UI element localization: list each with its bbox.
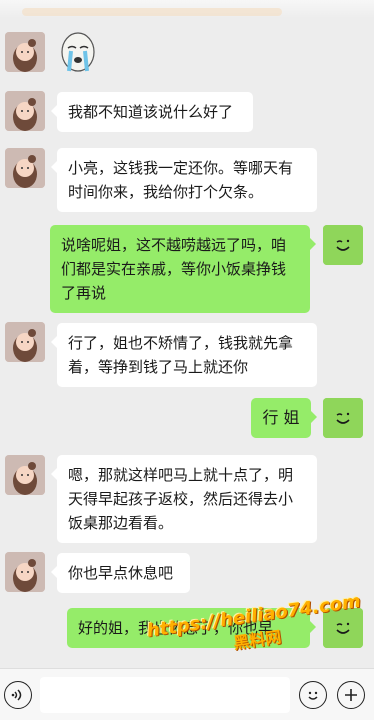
my-avatar[interactable]: [323, 398, 363, 438]
message-text: 你也早点休息吧: [68, 564, 174, 582]
smile-avatar-icon: [323, 608, 363, 648]
message-text: 着，等挣到钱了马上就还你: [68, 358, 249, 376]
message-bubble[interactable]: 说啥呢姐，这不越唠越远了吗，咱 们都是实在亲戚，等你小饭桌挣钱 了再说: [50, 225, 316, 313]
contact-avatar-image: [5, 552, 45, 592]
contact-avatar-image: [5, 91, 45, 131]
crying-emoji-icon: [61, 32, 95, 72]
message-text: 天得早起孩子返校，然后还得去小: [68, 490, 294, 508]
message-text: 们都是实在亲戚，等你小饭桌挣钱: [61, 260, 287, 278]
plus-sign-icon: [345, 689, 357, 701]
contact-avatar[interactable]: [5, 322, 45, 362]
contact-avatar-image: [5, 32, 45, 72]
smiley-face-icon: [308, 691, 318, 700]
contact-avatar-image: [5, 148, 45, 188]
contact-avatar[interactable]: [5, 91, 45, 131]
message-text: 小亮，这钱我一定还你。等哪天有: [68, 159, 294, 177]
message-bubble[interactable]: 你也早点休息吧: [51, 553, 190, 593]
smile-avatar-icon: [323, 398, 363, 438]
contact-avatar[interactable]: [5, 455, 45, 495]
message-text: 饭桌那边看看。: [68, 514, 174, 532]
message-input[interactable]: [40, 677, 290, 713]
contact-avatar[interactable]: [5, 552, 45, 592]
contact-avatar[interactable]: [5, 32, 45, 72]
top-decor-strip: [22, 8, 282, 16]
message-bubble[interactable]: 小亮，这钱我一定还你。等哪天有 时间你来，我给你打个欠条。: [51, 148, 317, 212]
message-bubble[interactable]: 好的姐，我也休息了，你也早: [67, 608, 316, 648]
input-bar: [0, 668, 374, 720]
message-text: 了再说: [61, 284, 107, 302]
my-avatar[interactable]: [323, 225, 363, 265]
plus-icon[interactable]: [337, 681, 365, 709]
message-bubble[interactable]: 我都不知道该说什么好了: [51, 92, 253, 132]
emoji-icon[interactable]: [299, 681, 327, 709]
chat-area[interactable]: 我都不知道该说什么好了 小亮，这钱我一定还你。等哪天有 时间你来，我给你打个欠条…: [0, 0, 374, 668]
message-text: 嗯，那就这样吧马上就十点了，明: [68, 466, 294, 484]
message-bubble[interactable]: 行 姐: [251, 398, 317, 438]
smile-avatar-icon: [323, 225, 363, 265]
message-bubble[interactable]: 行了，姐也不矫情了，钱我就先拿 着，等挣到钱了马上就还你: [51, 323, 317, 387]
my-avatar[interactable]: [323, 608, 363, 648]
message-text: 行了，姐也不矫情了，钱我就先拿: [68, 334, 294, 352]
contact-avatar[interactable]: [5, 148, 45, 188]
message-text: 时间你来，我给你打个欠条。: [68, 183, 264, 201]
voice-wave-icon: [11, 689, 22, 701]
message-bubble[interactable]: 嗯，那就这样吧马上就十点了，明 天得早起孩子返校，然后还得去小 饭桌那边看看。: [51, 455, 317, 543]
message-text: 我都不知道该说什么好了: [68, 103, 234, 121]
message-text: 说啥呢姐，这不越唠越远了吗，咱: [61, 236, 287, 254]
message-text: 好的姐，我也休息了，你也早: [78, 619, 274, 637]
crying-emoji-sticker[interactable]: [56, 30, 100, 76]
message-text: 行 姐: [262, 408, 300, 427]
contact-avatar-image: [5, 455, 45, 495]
voice-icon[interactable]: [4, 681, 32, 709]
contact-avatar-image: [5, 322, 45, 362]
